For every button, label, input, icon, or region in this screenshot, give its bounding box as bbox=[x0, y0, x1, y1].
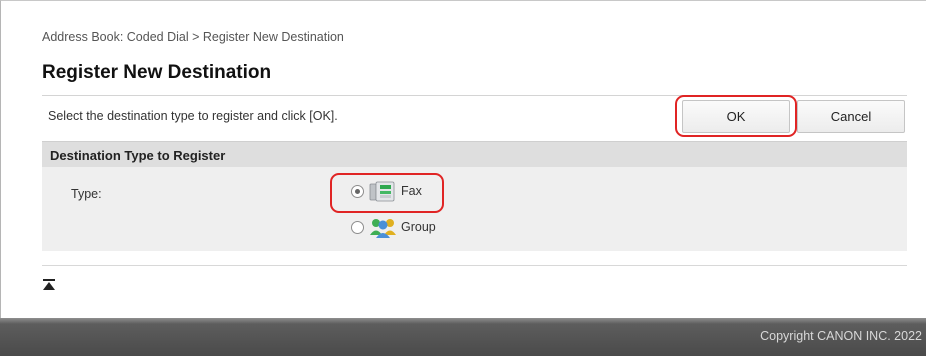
ok-button[interactable]: OK bbox=[682, 100, 790, 133]
back-to-top-icon[interactable] bbox=[42, 278, 56, 292]
group-label: Group bbox=[401, 220, 436, 234]
action-bar: Select the destination type to register … bbox=[42, 95, 907, 136]
type-option-fax[interactable]: Fax bbox=[351, 179, 422, 203]
group-radio[interactable] bbox=[351, 220, 364, 234]
cancel-button[interactable]: Cancel bbox=[797, 100, 905, 133]
footer: Copyright CANON INC. 2022 bbox=[0, 318, 926, 356]
instruction-text: Select the destination type to register … bbox=[48, 109, 338, 123]
fax-label: Fax bbox=[401, 184, 422, 198]
breadcrumb: Address Book: Coded Dial > Register New … bbox=[42, 30, 344, 44]
page-title: Register New Destination bbox=[42, 62, 272, 83]
fax-icon bbox=[368, 179, 398, 203]
destination-type-section: Destination Type to Register Type: Fax G… bbox=[42, 141, 907, 251]
section-header: Destination Type to Register bbox=[42, 141, 907, 167]
copyright-text: Copyright CANON INC. 2022 bbox=[760, 329, 922, 343]
group-icon bbox=[368, 215, 398, 239]
type-label: Type: bbox=[71, 187, 102, 201]
divider bbox=[42, 265, 907, 266]
fax-radio[interactable] bbox=[351, 184, 364, 198]
type-option-group[interactable]: Group bbox=[351, 215, 436, 239]
